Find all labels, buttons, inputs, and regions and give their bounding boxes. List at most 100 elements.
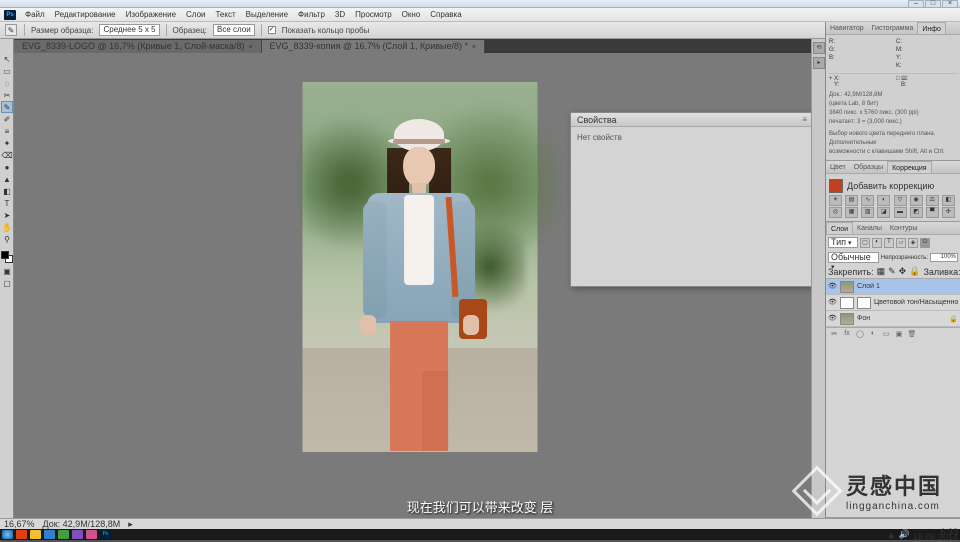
tab-navigator[interactable]: Навигатор <box>826 22 868 34</box>
visibility-toggle[interactable]: 👁 <box>828 298 837 307</box>
hand-tool[interactable]: ✋ <box>1 221 13 233</box>
layer-name[interactable]: Цветовой тон/Насыщенность 1 <box>874 299 958 306</box>
layer-thumbnail[interactable] <box>840 313 854 325</box>
tab-layers[interactable]: Слои <box>826 222 853 234</box>
zoom-tool[interactable]: ⚲ <box>1 233 13 245</box>
layer-fx-icon[interactable]: fx <box>841 330 853 340</box>
tab-channels[interactable]: Каналы <box>853 222 886 234</box>
lock-all-icon[interactable]: 🔒 <box>909 266 920 277</box>
filter-adjust-icon[interactable]: ◐ <box>872 238 882 248</box>
eraser-tool[interactable]: ⌫ <box>1 149 13 161</box>
panel-menu-icon[interactable]: ≡ <box>802 115 807 124</box>
adj-thresh-icon[interactable]: ◩ <box>910 207 923 218</box>
adj-mixer-icon[interactable]: ▦ <box>845 207 858 218</box>
lock-position-icon[interactable]: ✥ <box>899 266 907 277</box>
tab-color[interactable]: Цвет <box>826 161 850 173</box>
filter-shape-icon[interactable]: ▱ <box>896 238 906 248</box>
new-fill-icon[interactable]: ◐ <box>867 330 879 340</box>
doc-size[interactable]: Док: 42,9M/128,8M <box>43 519 121 529</box>
lasso-tool[interactable]: ◌ <box>1 77 13 89</box>
foreground-background-colors[interactable] <box>1 251 13 263</box>
menu-image[interactable]: Изображение <box>121 8 181 22</box>
document-tab[interactable]: EVG_8339-LOGO @ 16,7% (Кривые 1, Слой-ма… <box>14 40 262 53</box>
system-tray[interactable]: ▲ 🔊 6:3318.06.2014 <box>887 529 958 540</box>
tab-paths[interactable]: Контуры <box>886 222 921 234</box>
adj-grad-icon[interactable]: ▀ <box>926 207 939 218</box>
adj-bw-icon[interactable]: ◧ <box>942 195 955 206</box>
sample-size-dropdown[interactable]: Среднее 5 x 5 <box>99 24 159 36</box>
menu-window[interactable]: Окно <box>397 8 426 22</box>
clock[interactable]: 6:3318.06.2014 <box>913 530 958 540</box>
taskbar-photoshop[interactable]: Ps <box>100 530 111 539</box>
adj-lookup-icon[interactable]: ▥ <box>861 207 874 218</box>
adj-invert-icon[interactable]: ◪ <box>877 207 890 218</box>
window-close-button[interactable]: × <box>942 0 958 8</box>
start-button[interactable] <box>2 530 13 539</box>
adj-poster-icon[interactable]: ▬ <box>894 207 907 218</box>
sample-source-dropdown[interactable]: Все слои <box>213 24 255 36</box>
menu-help[interactable]: Справка <box>425 8 466 22</box>
filter-toggle[interactable]: ⏻ <box>920 238 930 248</box>
properties-panel[interactable]: Свойства ≡ Нет свойств <box>570 112 814 287</box>
layer-thumbnail[interactable] <box>840 281 854 293</box>
taskbar-app[interactable] <box>58 530 69 539</box>
filter-pixel-icon[interactable]: ▢ <box>860 238 870 248</box>
quickmask-toggle[interactable]: ▣ <box>1 265 13 277</box>
history-panel-icon[interactable]: ⟲ <box>813 42 825 54</box>
clone-tool[interactable]: ≡ <box>1 125 13 137</box>
screenmode-toggle[interactable]: ▢ <box>1 277 13 289</box>
tab-adjustments[interactable]: Коррекция <box>887 161 931 173</box>
tab-close-icon[interactable]: × <box>248 44 252 51</box>
tab-swatches[interactable]: Образцы <box>850 161 887 173</box>
adj-levels-icon[interactable]: ▤ <box>845 195 858 206</box>
crop-tool[interactable]: ✂ <box>1 89 13 101</box>
filter-text-icon[interactable]: T <box>884 238 894 248</box>
adj-vibrance-icon[interactable]: ▽ <box>894 195 907 206</box>
add-mask-icon[interactable]: ◯ <box>854 330 866 340</box>
tray-icon[interactable]: 🔊 <box>899 529 910 540</box>
eyedropper-tool[interactable]: ✎ <box>1 101 13 113</box>
text-tool[interactable]: T <box>1 197 13 209</box>
marquee-tool[interactable]: ▭ <box>1 65 13 77</box>
delete-layer-icon[interactable]: 🗑 <box>906 330 918 340</box>
layer-thumbnail[interactable] <box>840 297 854 309</box>
layer-name[interactable]: Фон <box>857 315 946 322</box>
eyedropper-tool-icon[interactable]: ✎ <box>5 24 17 36</box>
filter-smart-icon[interactable]: ◈ <box>908 238 918 248</box>
window-minimize-button[interactable]: – <box>908 0 924 8</box>
taskbar-app[interactable] <box>16 530 27 539</box>
taskbar-app[interactable] <box>30 530 41 539</box>
menu-edit[interactable]: Редактирование <box>50 8 121 22</box>
blend-mode-dropdown[interactable]: Обычные ▾ <box>828 252 879 263</box>
menu-layers[interactable]: Слои <box>181 8 210 22</box>
taskbar-app[interactable] <box>44 530 55 539</box>
layer-filter-kind[interactable]: Тип ▾ <box>828 237 858 248</box>
gradient-tool[interactable]: ● <box>1 161 13 173</box>
path-tool[interactable]: ➤ <box>1 209 13 221</box>
pen-tool[interactable]: ▲ <box>1 173 13 185</box>
layer-row[interactable]: 👁 Фон 🔒 <box>826 311 960 327</box>
taskbar-app[interactable] <box>72 530 83 539</box>
healing-tool[interactable]: ✦ <box>1 137 13 149</box>
taskbar-app[interactable] <box>86 530 97 539</box>
adj-select-icon[interactable]: ✣ <box>942 207 955 218</box>
zoom-level[interactable]: 16,67% <box>4 519 35 529</box>
visibility-toggle[interactable]: 👁 <box>828 282 837 291</box>
menu-filter[interactable]: Фильтр <box>293 8 330 22</box>
adj-balance-icon[interactable]: ⚖ <box>926 195 939 206</box>
menu-select[interactable]: Выделение <box>241 8 293 22</box>
adj-hue-icon[interactable]: ◉ <box>910 195 923 206</box>
shape-tool[interactable]: ◧ <box>1 185 13 197</box>
move-tool[interactable]: ↖ <box>1 53 13 65</box>
adj-photo-icon[interactable]: ◎ <box>829 207 842 218</box>
color-swatch[interactable] <box>829 179 843 193</box>
opacity-input[interactable]: 100% <box>930 253 958 262</box>
lock-pixels-icon[interactable]: ✎ <box>888 266 896 277</box>
link-layers-icon[interactable]: ⫘ <box>828 330 840 340</box>
tray-icon[interactable]: ▲ <box>887 530 896 540</box>
layer-mask-thumbnail[interactable] <box>857 297 871 309</box>
new-group-icon[interactable]: ▭ <box>880 330 892 340</box>
new-layer-icon[interactable]: ▣ <box>893 330 905 340</box>
status-arrow-icon[interactable]: ▸ <box>128 519 133 530</box>
layer-name[interactable]: Слой 1 <box>857 283 958 290</box>
